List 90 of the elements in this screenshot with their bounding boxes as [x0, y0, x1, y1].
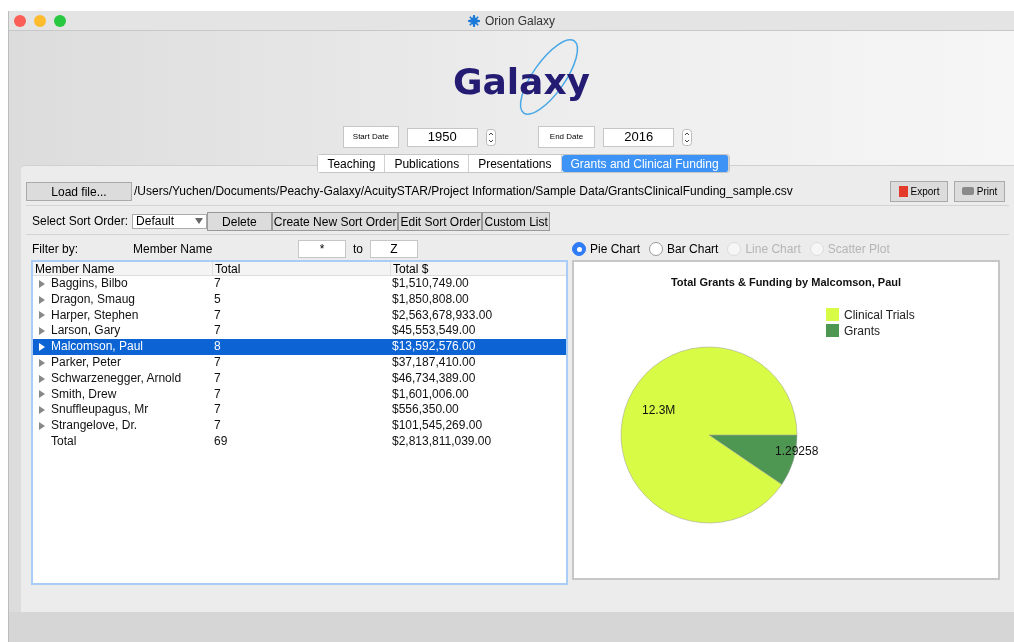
expand-arrow-icon[interactable] [39, 422, 45, 431]
table-cell-text: Snuffleupagus, Mr [51, 402, 150, 419]
sort-order-label: Select Sort Order: [32, 213, 129, 230]
close-window-icon[interactable] [14, 15, 26, 27]
filter-field-label: Member Name [133, 241, 214, 258]
legend-label: Clinical Trials [844, 308, 915, 322]
sort-order-dropdown[interactable]: Default [132, 213, 208, 229]
expand-arrow-icon[interactable] [39, 358, 45, 367]
table-cell-text: Dragon, Smaug [51, 291, 137, 308]
table-cell-text: $37,187,410.00 [392, 355, 477, 371]
end-date-label: End Date [537, 126, 596, 148]
table-cell-text: 7 [214, 402, 222, 419]
end-date-field[interactable]: 2016 [603, 127, 675, 147]
table-row[interactable]: Baggins, Bilbo 7 $1,510,749.00 [33, 276, 566, 292]
expand-arrow-icon[interactable] [39, 374, 45, 383]
sort-action-button[interactable]: Edit Sort Order [398, 211, 483, 231]
filter-label: Filter by: [32, 241, 79, 258]
stepper-icon[interactable] [682, 128, 693, 146]
printer-icon [961, 187, 974, 195]
column-header[interactable]: Member Name [33, 262, 212, 275]
table-cell-text: $1,601,006.00 [392, 386, 470, 403]
sort-action-button[interactable]: Create New Sort Order [271, 211, 399, 231]
table-row[interactable]: Schwarzenegger, Arnold 7 $46,734,389.00 [33, 370, 566, 387]
table-cell-text: Parker, Peter [51, 355, 123, 371]
window-title: Orion Galaxy [485, 12, 555, 30]
sort-action-button[interactable]: Custom List [482, 211, 550, 231]
filter-to-field[interactable]: Z [370, 240, 418, 258]
table-cell-text: 7 [214, 418, 222, 434]
table-row[interactable]: Strangelove, Dr. 7 $101,545,269.00 [33, 418, 566, 434]
expand-arrow-icon[interactable] [39, 295, 45, 304]
table-cell-text: Total [51, 433, 78, 450]
load-file-button[interactable]: Load file... [26, 181, 132, 201]
table-cell-text: Harper, Stephen [51, 307, 140, 324]
table-cell-text: Schwarzenegger, Arnold [51, 370, 183, 387]
table-cell-text: 7 [214, 355, 222, 371]
stepper-icon[interactable] [485, 128, 496, 146]
expand-arrow-icon[interactable] [39, 279, 45, 288]
expand-arrow-icon[interactable] [39, 390, 45, 399]
radio-button[interactable] [649, 242, 664, 256]
chart-title: Total Grants & Funding by Malcomson, Paul [670, 276, 902, 288]
table-cell-text: 7 [214, 386, 222, 403]
table-cell-text: $2,813,811,039.00 [392, 433, 493, 450]
print-button[interactable]: Print [954, 180, 1005, 202]
table-row[interactable]: Malcomson, Paul 8 $13,592,576.00 [33, 339, 566, 355]
table-row[interactable]: Smith, Drew 7 $1,601,006.00 [33, 386, 566, 403]
table-cell-text: Baggins, Bilbo [51, 276, 129, 292]
table-row[interactable]: Parker, Peter 7 $37,187,410.00 [33, 355, 566, 371]
zoom-window-icon[interactable] [54, 15, 66, 27]
sort-action-button[interactable]: Delete [207, 211, 272, 231]
file-path: /Users/Yuchen/Documents/Peachy-Galaxy/AcuitySTAR/Project Information/Sample Data/GrantsClinicalFunding_sample.csv [134, 183, 793, 200]
table-cell-text: 7 [214, 276, 222, 292]
star-icon [468, 14, 480, 27]
expand-arrow-icon[interactable] [39, 311, 45, 320]
table-cell-text: Smith, Drew [51, 386, 118, 403]
table-cell-text: 69 [214, 433, 229, 450]
radio-button[interactable] [572, 242, 586, 256]
table-row[interactable]: Harper, Stephen 7 $2,563,678,933.00 [33, 307, 566, 324]
to-label: to [353, 241, 363, 258]
table-cell-text: 8 [214, 339, 222, 355]
legend-label: Grants [844, 324, 880, 338]
table-cell-text: $13,592,576.00 [392, 339, 477, 355]
table-row[interactable]: Snuffleupagus, Mr 7 $556,350.00 [33, 402, 566, 419]
table-cell-text: 7 [214, 323, 222, 340]
table-cell-text: $1,510,749.00 [392, 276, 470, 292]
table-cell-text: $101,545,269.00 [392, 418, 484, 434]
slice-value-label: 12.3M [642, 403, 676, 417]
table-cell-text: 7 [214, 370, 222, 387]
tab[interactable]: Teaching [318, 155, 386, 172]
table-cell-text: 7 [214, 307, 222, 324]
pdf-icon [898, 185, 908, 197]
expand-arrow-icon[interactable] [39, 406, 45, 415]
export-button[interactable]: Export [890, 180, 948, 202]
table-cell-text: Strangelove, Dr. [51, 418, 139, 434]
table-row[interactable]: Total 69 $2,813,811,039.00 [33, 433, 566, 450]
column-header[interactable]: Total $ [390, 262, 566, 275]
radio-label: Bar Chart [667, 241, 719, 258]
start-date-label: Start Date [342, 126, 399, 148]
filter-from-field[interactable]: * [298, 240, 346, 258]
table-cell-text: $46,734,389.00 [392, 370, 477, 387]
table-cell-text: $1,850,808.00 [392, 291, 470, 308]
column-header[interactable]: Total [212, 262, 390, 275]
radio-label: Pie Chart [590, 241, 641, 258]
start-date-field[interactable]: 1950 [406, 127, 478, 147]
table-cell-text: Larson, Gary [51, 323, 122, 340]
table-cell-text: $45,553,549.00 [392, 323, 477, 340]
table-cell-text: $2,563,678,933.00 [392, 307, 494, 324]
table-cell-text: Malcomson, Paul [51, 339, 145, 355]
table-cell-text: 5 [214, 291, 222, 308]
table-row[interactable]: Dragon, Smaug 5 $1,850,808.00 [33, 291, 566, 308]
table-cell-text: $556,350.00 [392, 402, 460, 419]
